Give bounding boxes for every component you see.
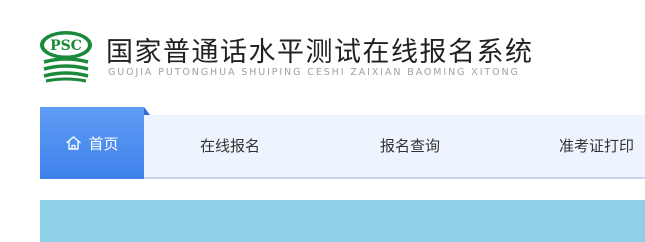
page: PSC 国家普通话水平测试在线报名系统 GUOJIA PUTONGHUA SHU… (0, 0, 645, 242)
nav-home-label: 首页 (88, 134, 119, 153)
site-subtitle: GUOJIA PUTONGHUA SHUIPING CESHI ZAIXIAN … (108, 67, 520, 78)
nav-registration-query[interactable]: 报名查询 (380, 115, 440, 177)
site-title: 国家普通话水平测试在线报名系统 (106, 37, 534, 68)
psc-logo: PSC (40, 31, 92, 83)
nav-home[interactable]: 首页 (40, 107, 150, 179)
tab-corner (144, 107, 150, 115)
svg-text:PSC: PSC (50, 38, 82, 54)
nav-online-registration[interactable]: 在线报名 (200, 115, 260, 177)
content-banner (40, 200, 645, 242)
main-nav: 首页 在线报名 报名查询 准考证打印 (40, 107, 645, 179)
nav-admission-ticket-print[interactable]: 准考证打印 (559, 115, 634, 177)
home-icon (66, 136, 82, 150)
